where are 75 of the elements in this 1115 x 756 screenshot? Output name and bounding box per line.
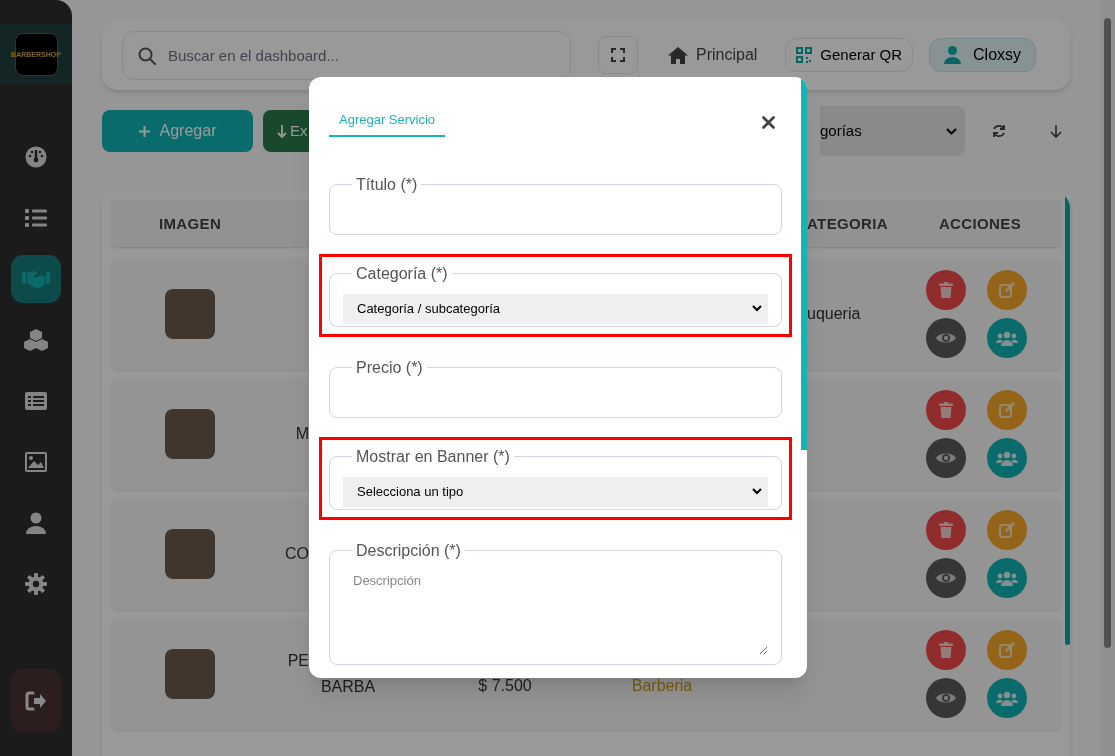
user-icon: [26, 512, 46, 534]
user-menu-button[interactable]: Cloxsy: [929, 38, 1037, 73]
chevron-down-icon: [946, 127, 957, 135]
service-name: BARBA: [320, 678, 376, 697]
category-label: uqueria: [807, 305, 861, 323]
view-button[interactable]: [926, 438, 966, 479]
handshake-icon: [22, 270, 50, 288]
edit-icon: [999, 282, 1015, 299]
close-icon: [761, 115, 775, 129]
field-label: Mostrar en Banner (*): [355, 446, 511, 467]
users-icon: [996, 330, 1018, 346]
logout-icon: [25, 690, 47, 711]
user-icon: [944, 46, 962, 65]
trash-icon: [939, 402, 953, 419]
delete-button[interactable]: [926, 510, 966, 551]
subcategory-label: Barberia: [631, 676, 693, 697]
users-icon: [996, 570, 1018, 586]
fullscreen-icon: [611, 48, 625, 63]
refresh-icon: [992, 124, 1006, 139]
field-label: Precio (*): [355, 357, 424, 378]
search-icon: [138, 46, 156, 65]
list-box-icon: [25, 392, 47, 410]
settings-icon: [25, 573, 47, 595]
photo-placeholder: [165, 409, 215, 460]
trash-icon: [939, 642, 953, 659]
fullscreen-button[interactable]: [598, 36, 638, 75]
refresh-button[interactable]: [991, 123, 1007, 140]
view-button[interactable]: [926, 678, 966, 719]
gauge-icon: [25, 146, 47, 168]
home-icon: [668, 46, 688, 64]
view-button[interactable]: [926, 558, 966, 599]
edit-icon: [999, 642, 1015, 659]
edit-icon: [999, 402, 1015, 419]
download-button[interactable]: [1049, 123, 1063, 140]
generate-qr-button[interactable]: Generar QR: [785, 38, 914, 73]
column-header: ACCIONES: [938, 214, 1022, 232]
sidebar-item[interactable]: [11, 255, 61, 303]
field-label: Título (*): [355, 174, 419, 195]
qr-icon: [796, 47, 813, 64]
price: $ 7.500: [478, 676, 532, 697]
plus-icon: [138, 125, 150, 137]
logout-button[interactable]: [11, 669, 61, 732]
arrow-down-icon: [1050, 124, 1062, 139]
photo-placeholder: [165, 289, 215, 340]
users-icon: [996, 690, 1018, 706]
select-dropdown[interactable]: Categoría / subcategoría: [343, 293, 768, 324]
service-name: CO: [285, 545, 309, 564]
users-icon: [996, 450, 1018, 466]
trash-icon: [939, 282, 953, 299]
select-dropdown[interactable]: Selecciona un tipo: [343, 476, 768, 507]
category-filter-select[interactable]: gorías: [820, 106, 965, 157]
chevron-down-icon: [752, 305, 762, 312]
chevron-down-icon: [752, 488, 762, 495]
photo-placeholder: [165, 529, 215, 580]
delete-button[interactable]: [926, 390, 966, 431]
close-button[interactable]: [760, 114, 776, 130]
home-link[interactable]: Principal: [668, 38, 758, 73]
image-icon: [25, 452, 47, 472]
field-label: Categoría (*): [355, 263, 449, 284]
delete-button[interactable]: [926, 270, 966, 311]
cubes-icon: [24, 329, 48, 351]
list-icon: [25, 209, 47, 227]
column-header: IMAGEN: [158, 214, 222, 232]
service-name: M: [295, 425, 309, 444]
view-button[interactable]: [926, 318, 966, 359]
trash-icon: [939, 522, 953, 539]
description-textarea[interactable]: Descripción: [343, 570, 768, 655]
photo-placeholder: [165, 649, 215, 700]
delete-button[interactable]: [926, 630, 966, 671]
search-field[interactable]: Buscar en el dashboard...: [122, 30, 571, 80]
service-name: PE: [287, 652, 309, 671]
field-label: Descripción (*): [355, 540, 462, 561]
edit-icon: [999, 522, 1015, 539]
column-header: ATEGORIA: [807, 214, 889, 232]
arrow-down-icon: [277, 124, 287, 138]
